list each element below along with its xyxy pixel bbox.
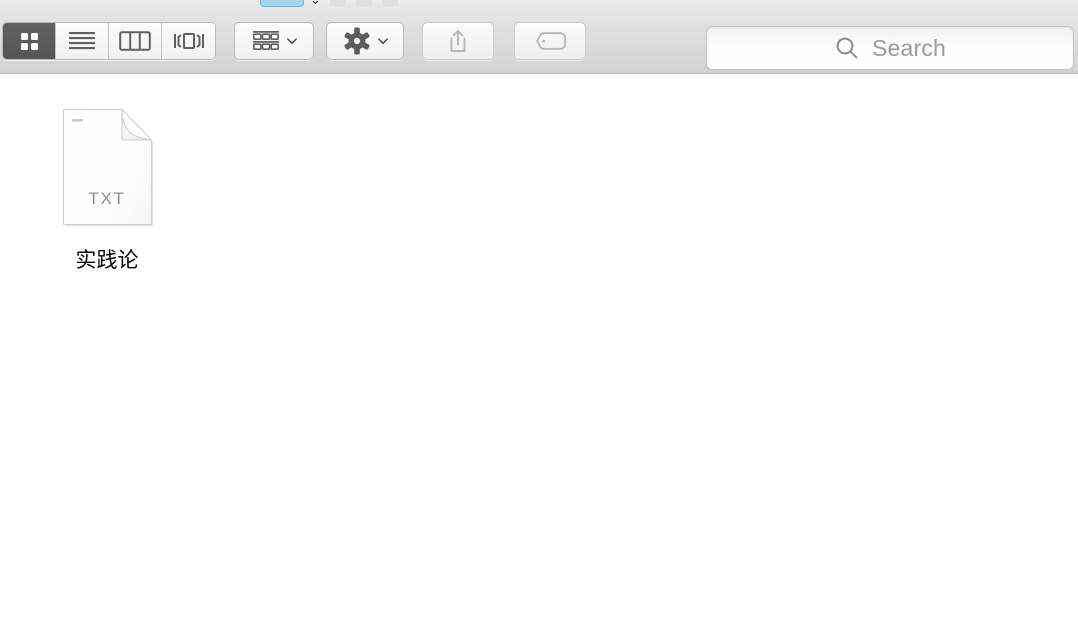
top-strip-item-3: [382, 0, 398, 7]
top-strip-selected-pill[interactable]: [260, 0, 304, 7]
file-browser-content[interactable]: TXT 实践论: [0, 75, 1078, 624]
toolbar: Search: [0, 8, 1078, 74]
search-field[interactable]: Search: [706, 26, 1074, 70]
search-icon: [836, 37, 858, 59]
list-item[interactable]: TXT 实践论: [42, 105, 172, 271]
top-strip-item-1: [330, 0, 346, 7]
search-input[interactable]: Search: [872, 35, 946, 62]
sidebar-item-gallery-view[interactable]: [162, 23, 215, 59]
column-view-icon: [119, 31, 151, 51]
gear-icon: [343, 27, 370, 55]
top-strip-item-2: [356, 0, 372, 7]
arrange-icon: [252, 31, 279, 50]
file-name-label[interactable]: 实践论: [76, 250, 139, 271]
icon-view-icon: [21, 33, 38, 50]
txt-document-icon[interactable]: TXT: [60, 105, 154, 228]
view-mode-segmented-control[interactable]: [2, 22, 216, 60]
top-strip-glyph: ⌄: [310, 0, 321, 7]
tag-icon: [536, 32, 566, 50]
file-kind-badge: TXT: [88, 189, 126, 208]
sidebar-item-list-view[interactable]: [56, 23, 109, 59]
action-button[interactable]: [326, 22, 404, 60]
list-view-icon: [69, 32, 95, 50]
sidebar-item-icon-view[interactable]: [3, 23, 56, 59]
arrange-button[interactable]: [234, 22, 314, 60]
finder-window: ⌄: [0, 0, 1078, 624]
gallery-view-icon: [173, 33, 204, 49]
chevron-down-icon: [377, 38, 388, 45]
document-icon: [62, 108, 154, 227]
sidebar-item-column-view[interactable]: [109, 23, 162, 59]
share-icon: [450, 30, 466, 52]
chevron-down-icon: [286, 38, 297, 45]
share-button[interactable]: [422, 22, 494, 60]
tag-button[interactable]: [514, 22, 586, 60]
